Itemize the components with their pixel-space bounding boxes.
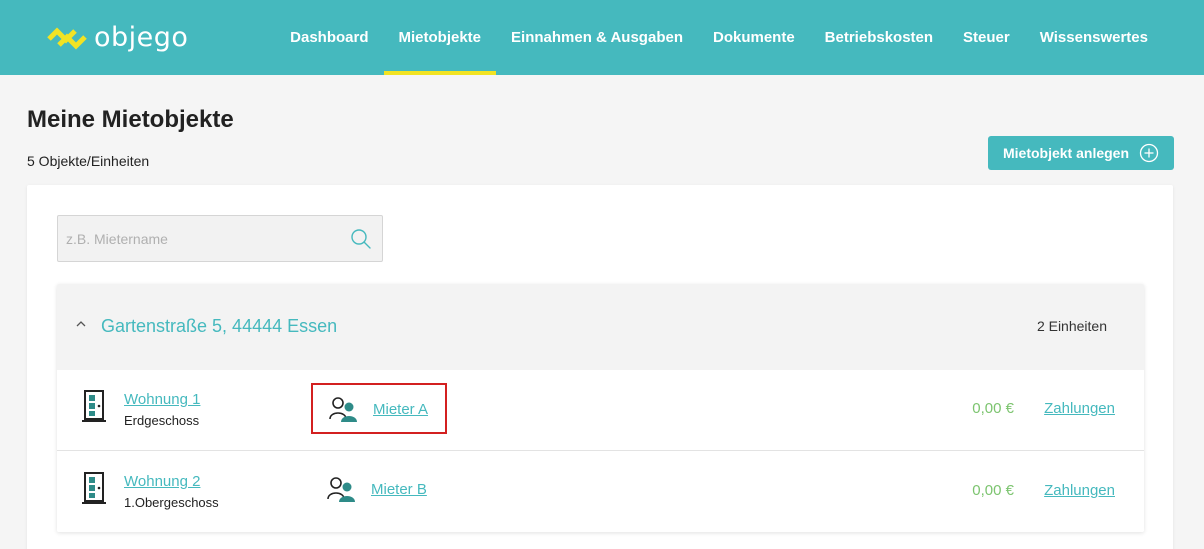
object-count: 5 Objekte/Einheiten <box>27 153 150 169</box>
logo-text: objego <box>94 22 189 53</box>
property-units-count: 2 Einheiten <box>1036 318 1107 334</box>
property-header[interactable]: Gartenstraße 5, 44444 Essen 2 Einheiten <box>57 284 1144 370</box>
search-icon[interactable] <box>350 228 372 250</box>
create-property-button[interactable]: Mietobjekt anlegen <box>988 136 1174 170</box>
search-box <box>57 215 383 262</box>
payments-link[interactable]: Zahlungen <box>1044 482 1115 499</box>
door-icon <box>82 472 106 504</box>
search-input[interactable] <box>58 216 338 261</box>
amount-value: 0,00 € <box>972 482 1014 499</box>
tenant-box: Mieter B <box>311 465 447 516</box>
nav-wissenswertes[interactable]: Wissenswertes <box>1025 0 1163 75</box>
nav-mietobjekte[interactable]: Mietobjekte <box>383 0 497 75</box>
tenant-link[interactable]: Mieter A <box>373 401 428 418</box>
plus-circle-icon <box>1139 143 1159 163</box>
property-group: Gartenstraße 5, 44444 Essen 2 Einheiten … <box>57 284 1144 532</box>
property-address[interactable]: Gartenstraße 5, 44444 Essen <box>101 316 337 337</box>
unit-floor: 1.Obergeschoss <box>124 495 219 510</box>
door-icon <box>82 390 106 422</box>
chevron-up-icon[interactable] <box>75 318 87 330</box>
unit-name-link[interactable]: Wohnung 2 <box>124 473 200 490</box>
properties-card: Gartenstraße 5, 44444 Essen 2 Einheiten … <box>27 185 1173 549</box>
nav-dokumente[interactable]: Dokumente <box>698 0 810 75</box>
logo[interactable]: objego <box>46 22 188 53</box>
page-title: Meine Mietobjekte <box>27 106 234 133</box>
nav-dashboard[interactable]: Dashboard <box>275 0 383 75</box>
amount-value: 0,00 € <box>972 400 1014 417</box>
tenant-box-highlighted: Mieter A <box>311 383 447 434</box>
logo-mark-icon <box>47 26 87 50</box>
nav-betriebskosten[interactable]: Betriebskosten <box>810 0 948 75</box>
tenant-link[interactable]: Mieter B <box>371 481 427 498</box>
unit-row: Wohnung 1 Erdgeschoss Mieter A 0,00 € Za… <box>57 370 1144 451</box>
unit-name-link[interactable]: Wohnung 1 <box>124 391 200 408</box>
main-nav: Dashboard Mietobjekte Einnahmen & Ausgab… <box>275 0 1163 75</box>
nav-steuer[interactable]: Steuer <box>948 0 1025 75</box>
top-bar: objego Dashboard Mietobjekte Einnahmen &… <box>0 0 1204 75</box>
payments-link[interactable]: Zahlungen <box>1044 400 1115 417</box>
tenant-icon <box>327 477 355 502</box>
unit-floor: Erdgeschoss <box>124 413 200 428</box>
nav-einnahmen-ausgaben[interactable]: Einnahmen & Ausgaben <box>496 0 698 75</box>
unit-row: Wohnung 2 1.Obergeschoss Mieter B 0,00 €… <box>57 452 1144 532</box>
create-property-button-label: Mietobjekt anlegen <box>1002 145 1130 161</box>
tenant-icon <box>329 397 357 422</box>
